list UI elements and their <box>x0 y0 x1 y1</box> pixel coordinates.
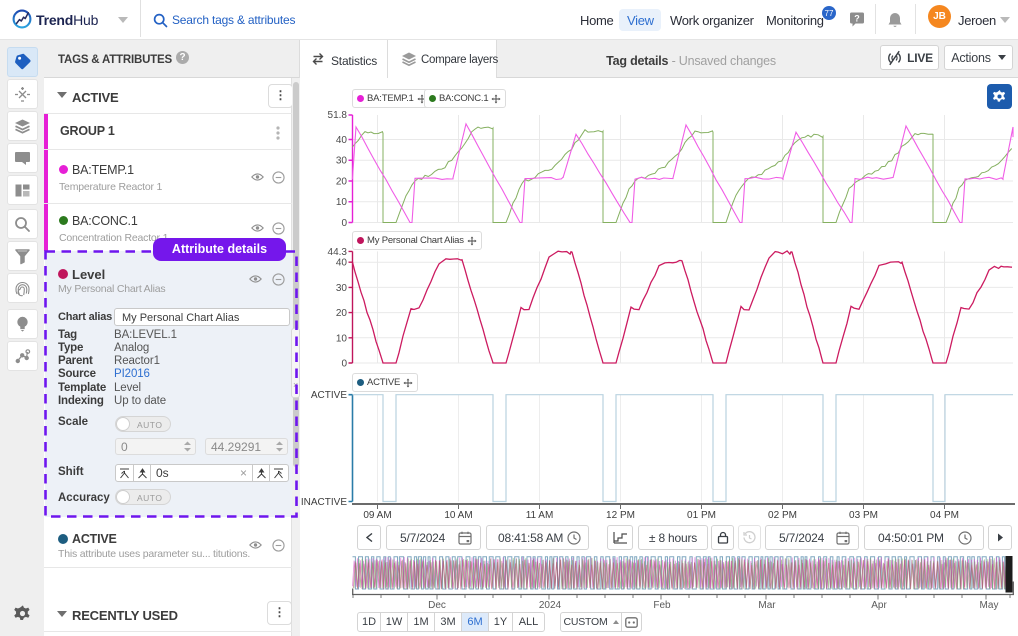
svg-text:Apr: Apr <box>871 600 887 611</box>
svg-text:20: 20 <box>336 308 348 319</box>
svg-text:03 PM: 03 PM <box>849 510 878 521</box>
svg-text:11 AM: 11 AM <box>526 510 554 521</box>
svg-text:20: 20 <box>336 177 348 188</box>
svg-text:04 PM: 04 PM <box>930 510 959 521</box>
svg-text:12 PM: 12 PM <box>606 510 635 521</box>
svg-text:09 AM: 09 AM <box>363 510 391 521</box>
svg-text:10: 10 <box>336 333 348 344</box>
svg-text:02 PM: 02 PM <box>768 510 797 521</box>
svg-text:30: 30 <box>336 156 348 167</box>
svg-text:0: 0 <box>341 359 347 370</box>
svg-text:Dec: Dec <box>428 600 446 611</box>
svg-text:Mar: Mar <box>758 600 776 611</box>
svg-text:2024: 2024 <box>539 600 562 611</box>
svg-text:10: 10 <box>336 197 348 208</box>
svg-text:40: 40 <box>336 258 348 269</box>
svg-text:44.3: 44.3 <box>328 247 348 258</box>
svg-text:Feb: Feb <box>653 600 671 611</box>
svg-text:01 PM: 01 PM <box>687 510 716 521</box>
svg-text:0: 0 <box>341 218 347 229</box>
svg-text:ACTIVE: ACTIVE <box>311 390 347 401</box>
svg-text:51.8: 51.8 <box>328 110 348 121</box>
svg-text:INACTIVE: INACTIVE <box>301 497 347 508</box>
svg-text:May: May <box>980 600 999 611</box>
svg-text:30: 30 <box>336 283 348 294</box>
svg-text:40: 40 <box>336 135 348 146</box>
svg-text:10 AM: 10 AM <box>444 510 472 521</box>
